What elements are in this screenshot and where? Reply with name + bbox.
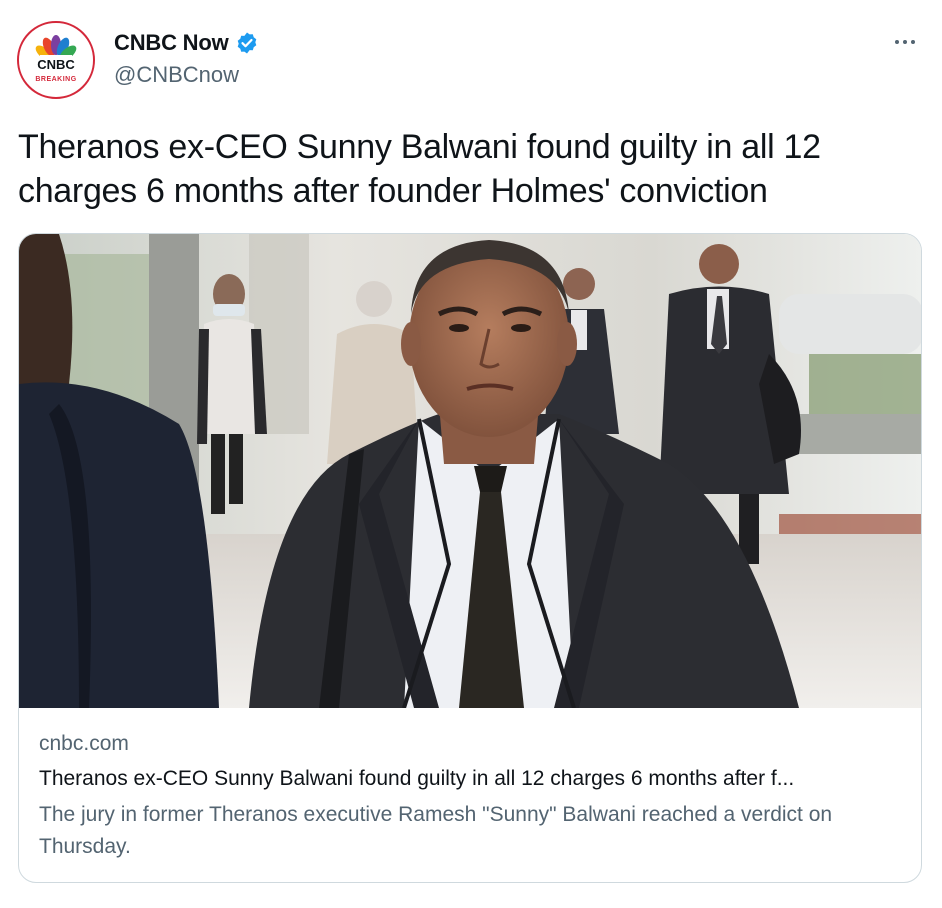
avatar[interactable]: CNBC BREAKING [17,21,95,99]
card-domain[interactable]: cnbc.com [39,732,129,756]
avatar-logo-text: CNBC [37,57,75,72]
author-handle[interactable]: @CNBCnow [114,62,239,88]
link-card[interactable]: cnbc.com Theranos ex-CEO Sunny Balwani f… [18,233,922,883]
author-name-row[interactable]: CNBC Now [114,30,259,56]
card-title[interactable]: Theranos ex-CEO Sunny Balwani found guil… [39,767,903,791]
tweet-text: Theranos ex-CEO Sunny Balwani found guil… [18,128,821,210]
avatar-sub-text: BREAKING [35,76,76,83]
more-button[interactable] [890,30,920,54]
more-horizontal-icon [893,40,917,44]
author-name[interactable]: CNBC Now [114,30,229,56]
news-photo-image [19,234,921,708]
card-description: The jury in former Theranos executive Ra… [39,803,833,858]
verified-badge-icon [235,31,259,55]
tweet[interactable]: CNBC BREAKING CNBC Now @CNBCnow Theranos… [0,0,942,908]
card-image[interactable] [19,234,921,708]
cnbc-peacock-logo-icon: CNBC BREAKING [35,35,77,83]
